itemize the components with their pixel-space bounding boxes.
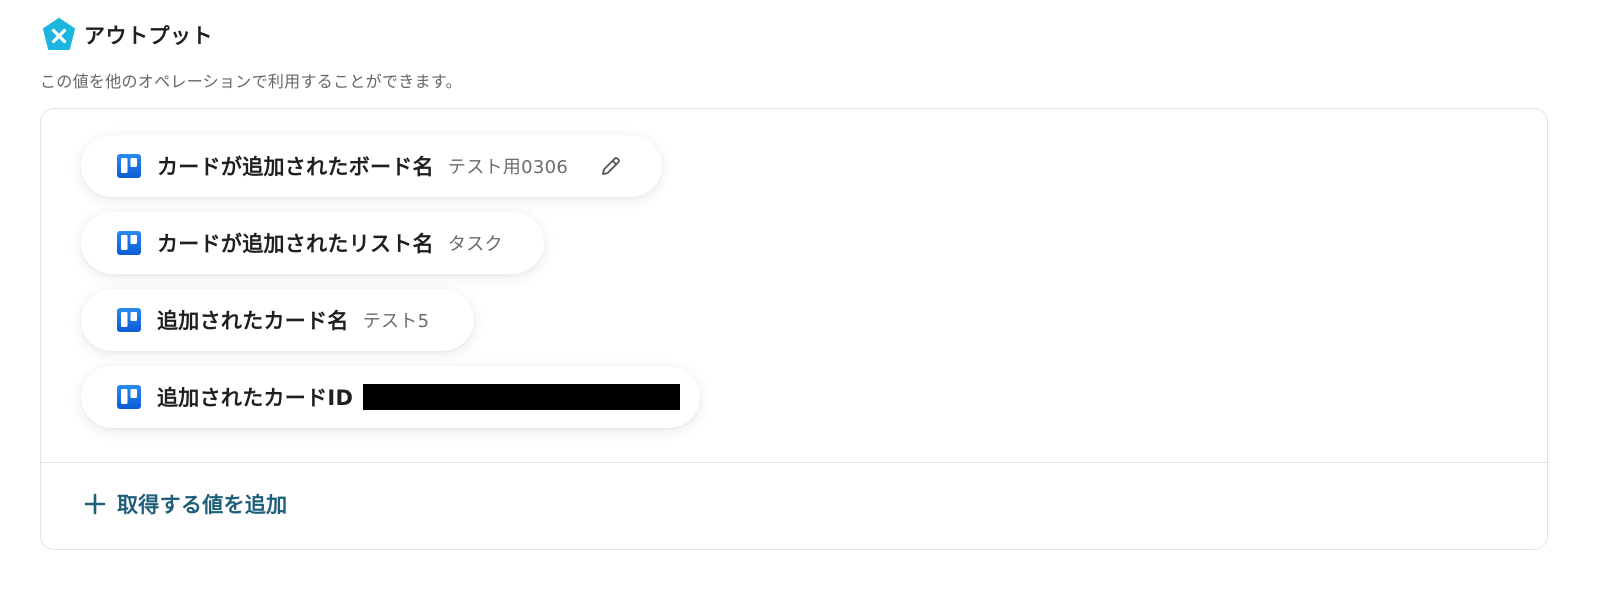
trello-icon: [117, 308, 141, 332]
add-value-button[interactable]: 取得する値を追加: [83, 489, 287, 519]
output-value: テスト用0306: [447, 157, 569, 178]
output-chip-board-name[interactable]: カードが追加されたボード名 テスト用0306: [81, 135, 662, 197]
yoom-logo-icon: [43, 18, 75, 50]
output-label: 追加されたカードID: [157, 386, 354, 410]
pencil-icon: [602, 157, 620, 175]
output-chip-list-name[interactable]: カードが追加されたリスト名 タスク: [81, 212, 544, 274]
add-value-label: 取得する値を追加: [117, 493, 288, 517]
edit-button[interactable]: [598, 153, 624, 179]
panel-divider: [41, 462, 1547, 463]
output-label: カードが追加されたボード名: [157, 155, 434, 179]
output-label: カードが追加されたリスト名: [157, 232, 434, 256]
plus-icon: [84, 493, 106, 515]
trello-icon: [117, 385, 141, 409]
trello-icon: [117, 154, 141, 178]
section-description: この値を他のオペレーションで利用することができます。: [40, 72, 462, 91]
output-chip-card-id[interactable]: 追加されたカードID: [81, 366, 700, 428]
output-value: タスク: [447, 234, 503, 255]
output-chip-card-name[interactable]: 追加されたカード名 テスト5: [81, 289, 474, 351]
trello-icon: [117, 231, 141, 255]
redacted-value: [363, 384, 680, 410]
output-label: 追加されたカード名: [157, 309, 349, 333]
section-title: アウトプット: [84, 24, 213, 48]
output-panel: カードが追加されたボード名 テスト用0306 カードが追加されたリスト名 タスク…: [40, 108, 1548, 550]
section-header: アウトプット: [42, 18, 213, 52]
output-value: テスト5: [362, 311, 430, 332]
